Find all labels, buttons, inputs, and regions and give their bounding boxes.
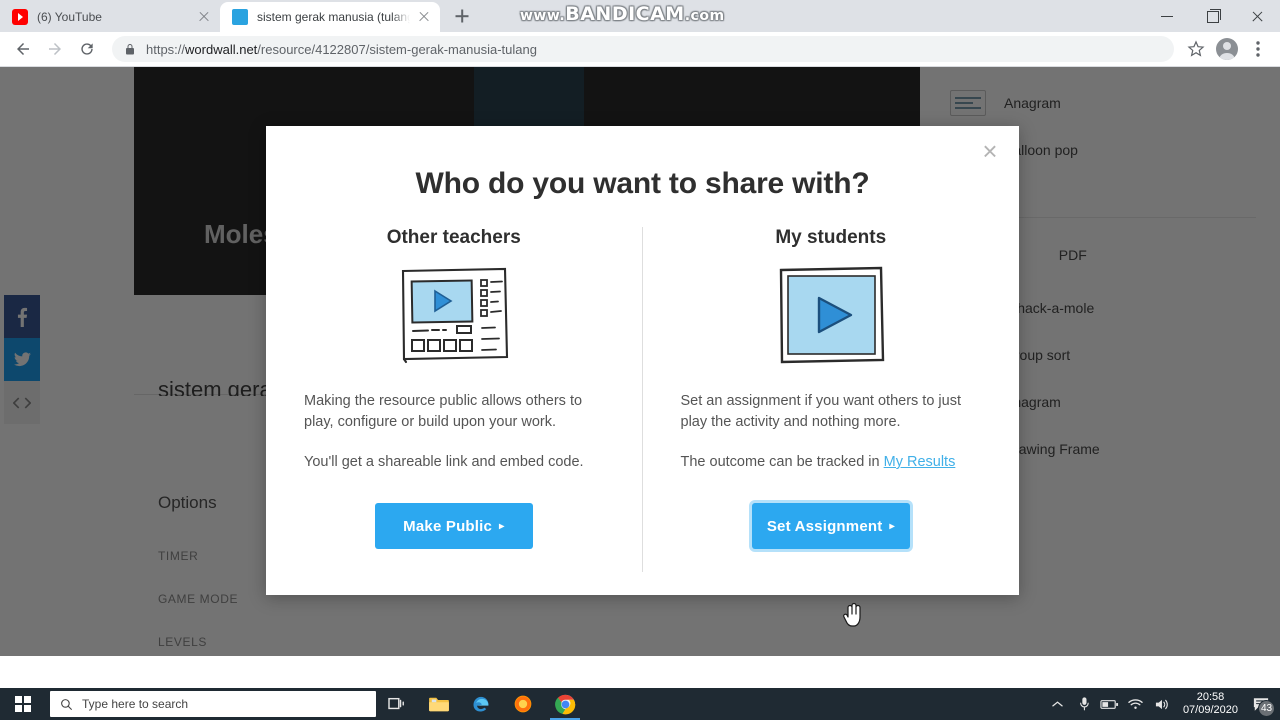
edge-icon[interactable] (460, 688, 502, 720)
wordwall-icon (232, 9, 248, 25)
tab-strip: (6) YouTube sistem gerak manusia (tulang… (0, 0, 1280, 32)
lock-icon (124, 43, 136, 56)
bookmark-star-icon[interactable] (1182, 35, 1210, 63)
tab-title: (6) YouTube (37, 10, 102, 24)
chevron-right-icon: ▸ (499, 520, 505, 532)
column-paragraph-1: Making the resource public allows others… (304, 393, 583, 430)
taskbar-search-input[interactable]: Type here to search (50, 691, 376, 717)
maximize-icon[interactable] (1190, 0, 1235, 32)
tab-title: sistem gerak manusia (tulang) - W (257, 10, 410, 24)
window-close-icon[interactable] (1235, 0, 1280, 32)
volume-icon[interactable] (1149, 688, 1175, 720)
close-icon[interactable] (196, 9, 212, 25)
window-controls (1145, 0, 1280, 32)
page-viewport: Moles START sistem gerak manusia (tulang… (0, 67, 1280, 656)
make-public-label: Make Public (403, 517, 493, 535)
task-view-icon[interactable] (376, 688, 418, 720)
column-body: Making the resource public allows others… (304, 391, 604, 473)
column-paragraph-2: The outcome can be tracked in My Results (681, 452, 982, 473)
chrome-menu-icon[interactable] (1244, 35, 1272, 63)
column-other-teachers: Other teachers Making the resource publi… (266, 227, 643, 572)
close-icon[interactable] (416, 9, 432, 25)
forward-icon[interactable] (40, 34, 70, 64)
url-path: /resource/4122807/sistem-gerak-manusia-t… (257, 41, 537, 57)
column-paragraph-2: You'll get a shareable link and embed co… (304, 454, 584, 470)
show-hidden-icons[interactable] (1045, 688, 1071, 720)
set-assignment-button[interactable]: Set Assignment ▸ (751, 503, 910, 549)
new-tab-button[interactable] (448, 2, 476, 30)
wifi-icon[interactable] (1123, 688, 1149, 720)
chrome-icon[interactable] (544, 688, 586, 720)
microphone-icon[interactable] (1071, 688, 1097, 720)
make-public-button[interactable]: Make Public ▸ (374, 503, 533, 549)
page-layout-sketch-icon (395, 261, 513, 369)
tab-wordwall[interactable]: sistem gerak manusia (tulang) - W (220, 2, 440, 32)
start-button[interactable] (0, 688, 46, 720)
address-bar[interactable]: https://wordwall.net/resource/4122807/si… (112, 36, 1174, 62)
youtube-icon (12, 9, 28, 25)
back-icon[interactable] (8, 34, 38, 64)
dialog-title: Who do you want to share with? (415, 167, 870, 200)
my-results-link[interactable]: My Results (884, 454, 956, 470)
share-dialog: × Who do you want to share with? Other t… (266, 126, 1019, 595)
windows-taskbar: Type here to search 20:58 07/09/2020 43 (0, 688, 1280, 720)
minimize-icon[interactable] (1145, 0, 1190, 32)
url-domain: wordwall.net (185, 41, 258, 57)
clock[interactable]: 20:58 07/09/2020 (1175, 691, 1246, 717)
url-text: https://wordwall.net/resource/4122807/si… (146, 42, 537, 57)
column-heading: My students (775, 227, 887, 248)
avatar[interactable] (1216, 38, 1238, 60)
battery-icon[interactable] (1097, 688, 1123, 720)
chevron-right-icon: ▸ (889, 520, 895, 532)
system-tray: 20:58 07/09/2020 43 (1045, 688, 1280, 720)
column-my-students: My students Set an assignment if you wan… (643, 227, 1020, 572)
url-scheme: https:// (146, 41, 186, 57)
browser-toolbar: https://wordwall.net/resource/4122807/si… (0, 32, 1280, 67)
column-paragraph-1: Set an assignment if you want others to … (680, 393, 961, 430)
reload-icon[interactable] (72, 34, 102, 64)
dialog-columns: Other teachers Making the resource publi… (266, 227, 1019, 572)
browser-window: (6) YouTube sistem gerak manusia (tulang… (0, 0, 1280, 688)
action-center-button[interactable]: 43 (1246, 688, 1276, 720)
search-icon (61, 698, 72, 710)
set-assignment-label: Set Assignment (766, 517, 883, 535)
notification-badge: 43 (1258, 700, 1275, 717)
close-icon[interactable]: × (973, 134, 1007, 168)
file-explorer-icon[interactable] (418, 688, 460, 720)
windows-logo-icon (15, 696, 31, 712)
tab-youtube[interactable]: (6) YouTube (0, 2, 220, 32)
column-body: Set an assignment if you want others to … (681, 391, 982, 473)
column-heading: Other teachers (386, 227, 521, 248)
outcome-text: The outcome can be tracked in (680, 454, 884, 470)
video-frame-sketch-icon (775, 261, 887, 369)
firefox-icon[interactable] (502, 688, 544, 720)
search-placeholder: Type here to search (82, 697, 189, 711)
clock-time: 20:58 (1196, 691, 1225, 703)
clock-date: 07/09/2020 (1182, 704, 1238, 716)
